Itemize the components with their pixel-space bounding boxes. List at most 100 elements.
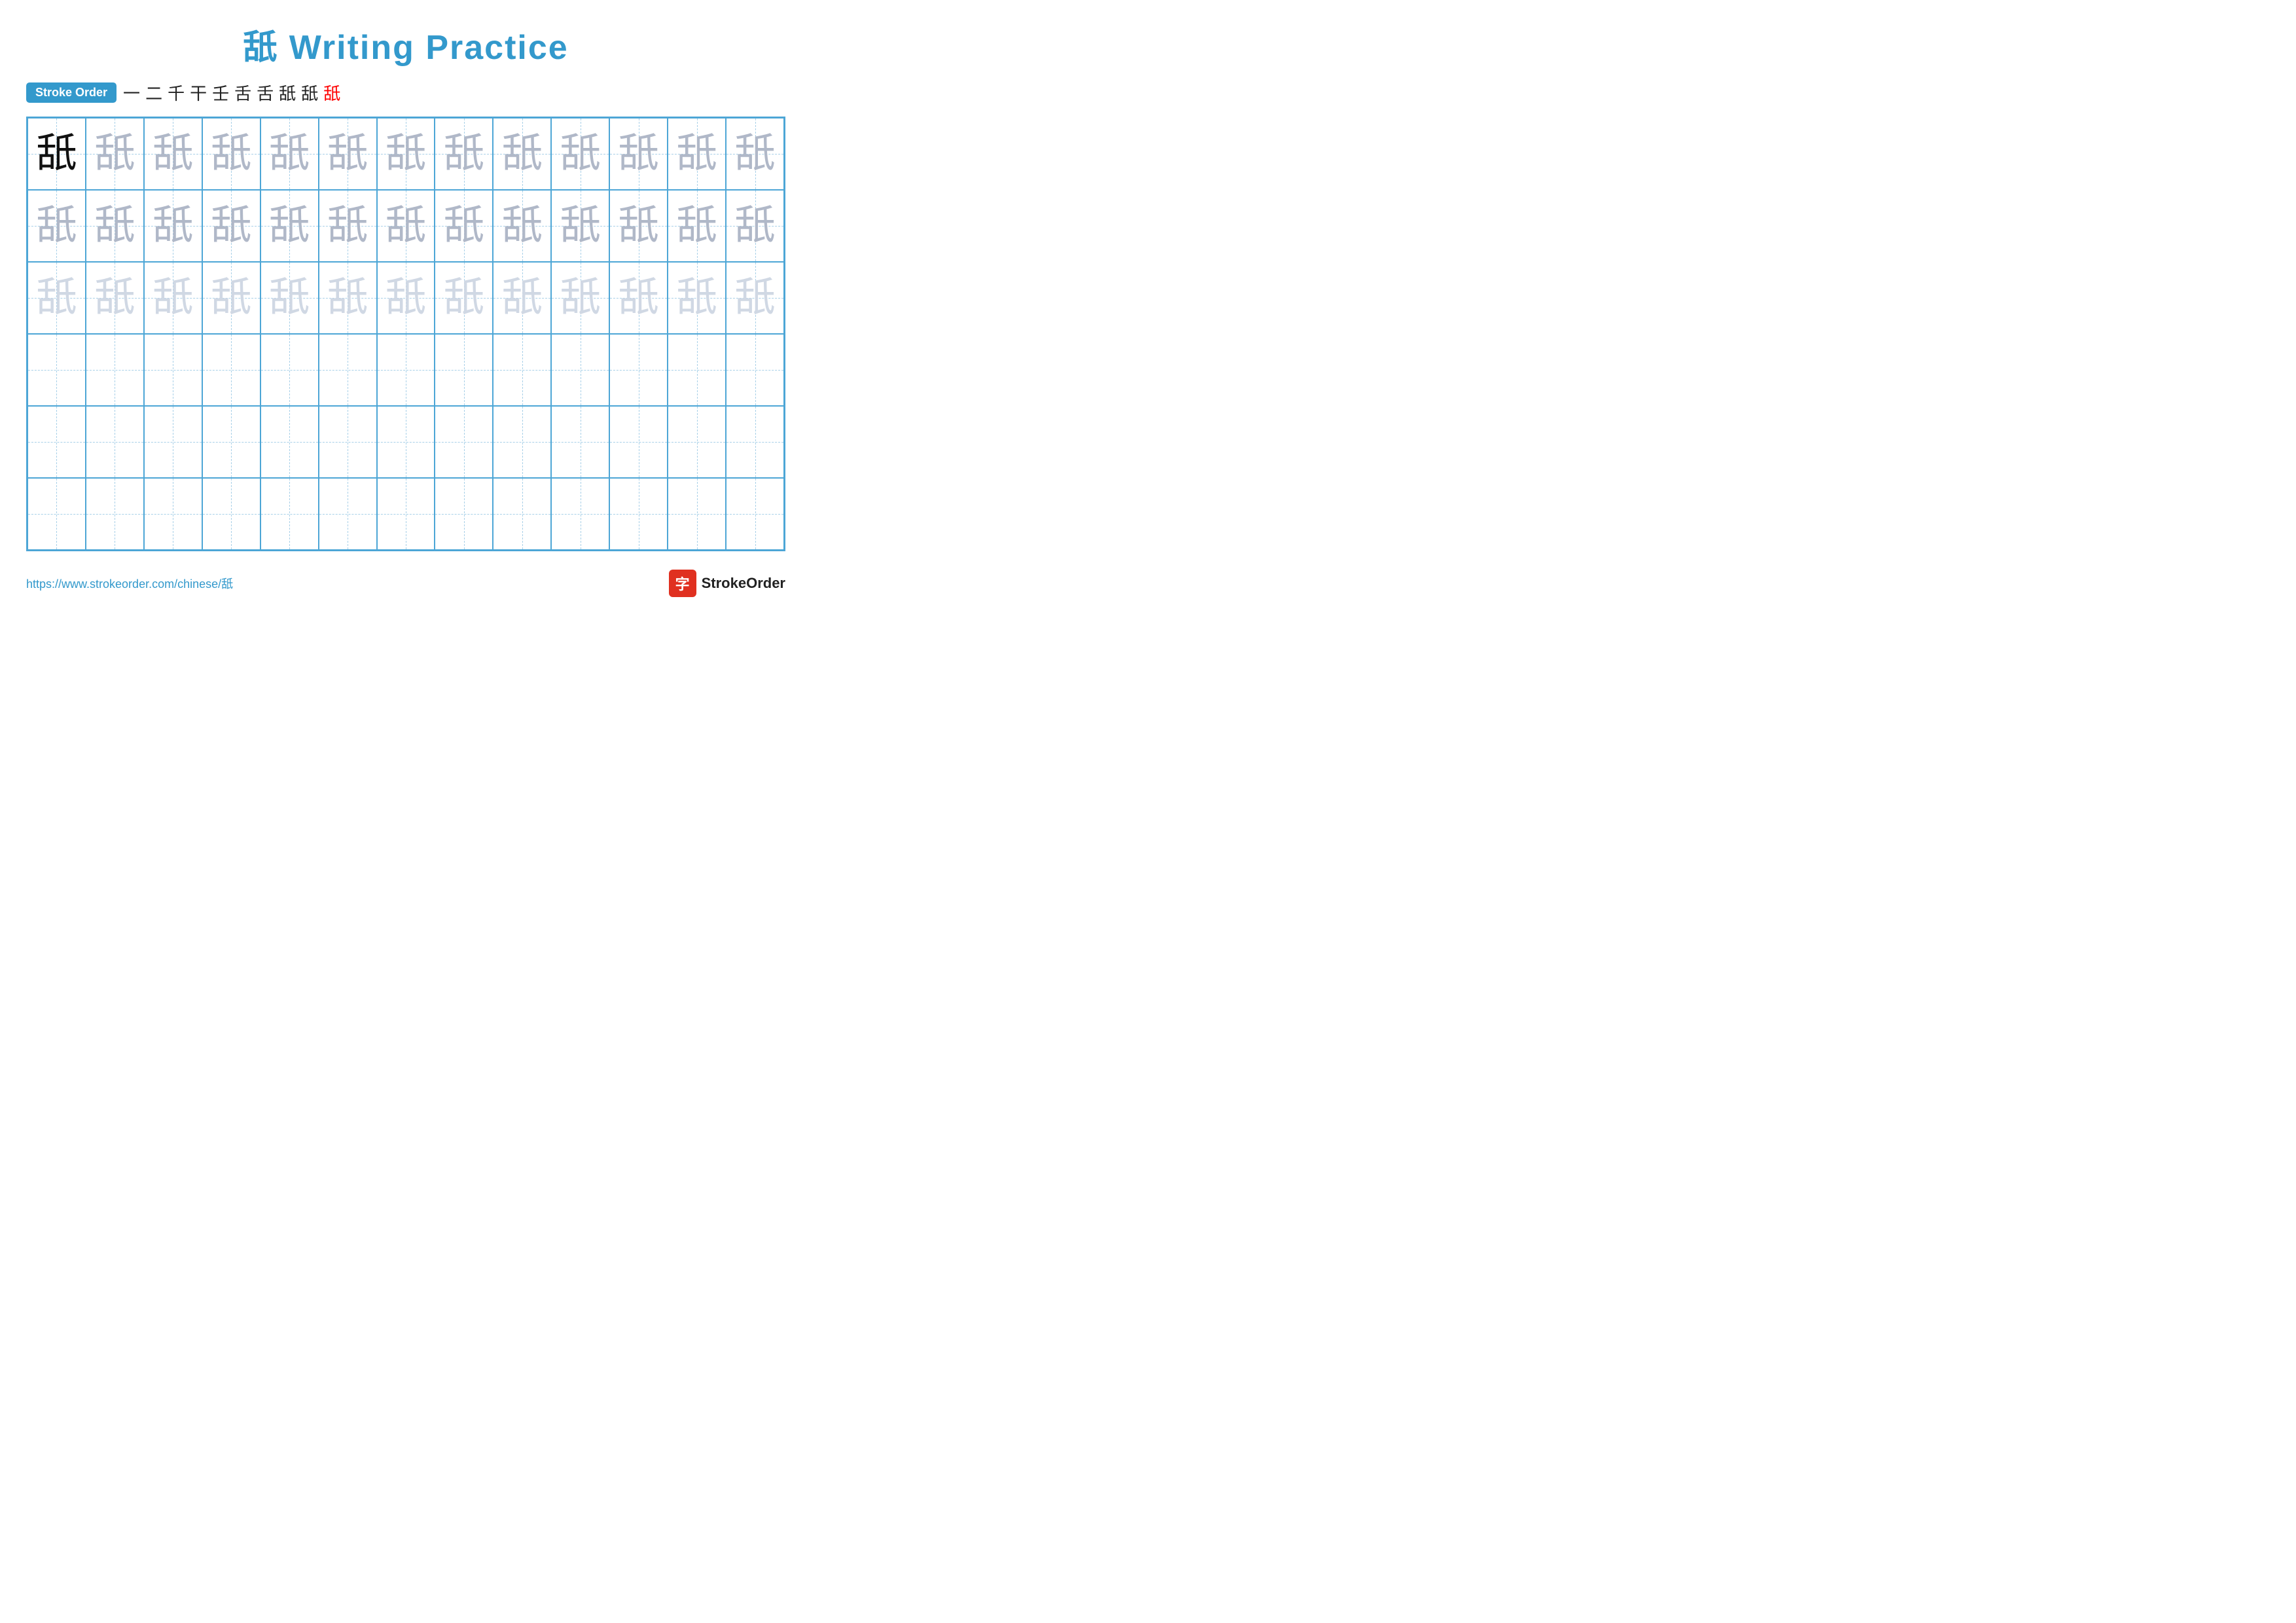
grid-cell[interactable]: 舐 — [435, 118, 493, 190]
grid-cell[interactable] — [551, 334, 609, 406]
grid-cell[interactable]: 舐 — [144, 262, 202, 334]
grid-cell[interactable] — [551, 478, 609, 550]
cell-character: 舐 — [152, 206, 193, 246]
grid-cell[interactable]: 舐 — [435, 262, 493, 334]
grid-cell[interactable]: 舐 — [493, 190, 551, 262]
cell-character: 舐 — [444, 134, 484, 174]
grid-cell[interactable]: 舐 — [86, 262, 144, 334]
grid-cell[interactable]: 舐 — [609, 262, 668, 334]
grid-cell[interactable]: 舐 — [726, 190, 784, 262]
grid-cell[interactable]: 舐 — [726, 118, 784, 190]
grid-cell[interactable] — [260, 478, 319, 550]
grid-cell[interactable]: 舐 — [377, 118, 435, 190]
grid-cell[interactable]: 舐 — [86, 190, 144, 262]
grid-cell[interactable] — [668, 478, 726, 550]
page-title: 舐 Writing Practice — [26, 20, 785, 69]
grid-cell[interactable]: 舐 — [668, 262, 726, 334]
stroke-step-1: 一 — [123, 81, 140, 105]
cell-character: 舐 — [152, 134, 193, 174]
grid-cell[interactable] — [493, 406, 551, 478]
grid-cell[interactable] — [86, 478, 144, 550]
grid-cell[interactable] — [86, 406, 144, 478]
grid-cell[interactable] — [435, 406, 493, 478]
grid-cell[interactable] — [435, 478, 493, 550]
grid-cell[interactable]: 舐 — [609, 118, 668, 190]
grid-cell[interactable] — [609, 406, 668, 478]
grid-cell[interactable] — [551, 406, 609, 478]
grid-cell[interactable] — [202, 334, 260, 406]
grid-cell[interactable] — [260, 334, 319, 406]
grid-cell[interactable]: 舐 — [27, 262, 86, 334]
logo-text: StrokeOrder — [702, 575, 785, 592]
grid-cell[interactable]: 舐 — [202, 262, 260, 334]
cell-character: 舐 — [560, 206, 601, 246]
grid-cell[interactable] — [726, 478, 784, 550]
cell-character: 舐 — [677, 278, 717, 318]
grid-cell[interactable]: 舐 — [377, 190, 435, 262]
grid-cell[interactable]: 舐 — [493, 262, 551, 334]
grid-cell[interactable] — [144, 478, 202, 550]
stroke-step-7: 舌 — [257, 81, 274, 105]
grid-cell[interactable] — [319, 406, 377, 478]
grid-cell[interactable]: 舐 — [319, 190, 377, 262]
grid-cell[interactable]: 舐 — [551, 190, 609, 262]
cell-character: 舐 — [327, 134, 368, 174]
grid-cell[interactable]: 舐 — [493, 118, 551, 190]
grid-cell[interactable]: 舐 — [260, 262, 319, 334]
grid-cell[interactable]: 舐 — [668, 118, 726, 190]
grid-cell[interactable] — [377, 334, 435, 406]
stroke-step-8: 舐 — [279, 81, 296, 105]
grid-cell[interactable]: 舐 — [144, 118, 202, 190]
grid-cell[interactable] — [86, 334, 144, 406]
grid-cell[interactable]: 舐 — [144, 190, 202, 262]
grid-cell[interactable] — [377, 406, 435, 478]
grid-cell[interactable]: 舐 — [668, 190, 726, 262]
grid-cell[interactable] — [27, 478, 86, 550]
grid-cell[interactable]: 舐 — [609, 190, 668, 262]
grid-cell[interactable] — [435, 334, 493, 406]
grid-cell[interactable] — [260, 406, 319, 478]
grid-cell[interactable]: 舐 — [27, 190, 86, 262]
grid-cell[interactable] — [202, 406, 260, 478]
cell-character: 舐 — [386, 206, 426, 246]
grid-cell[interactable] — [319, 478, 377, 550]
cell-character: 舐 — [619, 278, 659, 318]
grid-cell[interactable] — [668, 334, 726, 406]
grid-cell[interactable] — [668, 406, 726, 478]
grid-cell[interactable]: 舐 — [86, 118, 144, 190]
stroke-steps: 一 二 千 干 壬 舌 舌 舐 舐 舐 — [123, 81, 340, 105]
grid-cell[interactable] — [493, 478, 551, 550]
grid-cell[interactable]: 舐 — [726, 262, 784, 334]
grid-cell[interactable] — [609, 334, 668, 406]
grid-cell[interactable] — [27, 334, 86, 406]
grid-cell[interactable] — [726, 334, 784, 406]
footer-logo: 字 StrokeOrder — [669, 570, 785, 597]
grid-cell[interactable]: 舐 — [551, 262, 609, 334]
grid-cell[interactable] — [377, 478, 435, 550]
grid-cell[interactable] — [144, 406, 202, 478]
grid-cell[interactable] — [144, 334, 202, 406]
grid-cell[interactable]: 舐 — [319, 262, 377, 334]
grid-cell[interactable] — [493, 334, 551, 406]
grid-cell[interactable] — [27, 406, 86, 478]
cell-character: 舐 — [152, 278, 193, 318]
grid-cell[interactable]: 舐 — [435, 190, 493, 262]
grid-cell[interactable]: 舐 — [202, 118, 260, 190]
grid-cell[interactable]: 舐 — [319, 118, 377, 190]
grid-cell[interactable]: 舐 — [260, 118, 319, 190]
grid-cell[interactable]: 舐 — [202, 190, 260, 262]
cell-character: 舐 — [36, 278, 77, 318]
grid-cell[interactable] — [202, 478, 260, 550]
grid-cell[interactable] — [319, 334, 377, 406]
footer-url[interactable]: https://www.strokeorder.com/chinese/舐 — [26, 575, 233, 592]
cell-character: 舐 — [444, 206, 484, 246]
grid-cell[interactable] — [726, 406, 784, 478]
grid-cell[interactable]: 舐 — [551, 118, 609, 190]
cell-character: 舐 — [269, 134, 310, 174]
grid-cell[interactable] — [609, 478, 668, 550]
grid-cell[interactable]: 舐 — [377, 262, 435, 334]
practice-grid: 舐舐舐舐舐舐舐舐舐舐舐舐舐舐舐舐舐舐舐舐舐舐舐舐舐舐舐舐舐舐舐舐舐舐舐舐舐舐舐 — [26, 117, 785, 551]
grid-cell[interactable]: 舐 — [27, 118, 86, 190]
cell-character: 舐 — [327, 278, 368, 318]
grid-cell[interactable]: 舐 — [260, 190, 319, 262]
